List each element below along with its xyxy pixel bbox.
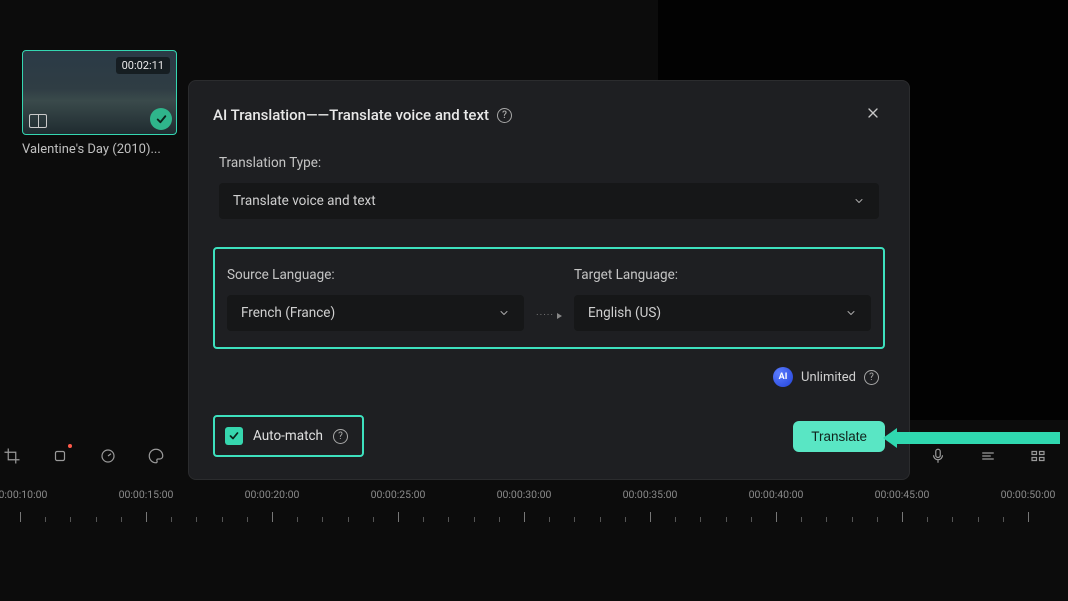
media-clip-thumbnail[interactable]: 00:02:11 — [22, 50, 177, 135]
clip-status-check-icon — [150, 108, 172, 130]
dialog-title-text: AI Translation——Translate voice and text — [213, 106, 489, 124]
translation-type-value: Translate voice and text — [233, 193, 376, 209]
chevron-down-icon — [498, 307, 510, 319]
credit-row: AI Unlimited ? — [213, 367, 879, 387]
target-language-dropdown[interactable]: English (US) — [574, 295, 871, 331]
audio-mixer-icon[interactable] — [978, 446, 998, 466]
source-language-value: French (France) — [241, 305, 335, 321]
dialog-title: AI Translation——Translate voice and text… — [213, 106, 512, 124]
speed-icon[interactable] — [98, 446, 118, 466]
source-language-label: Source Language: — [227, 267, 524, 283]
timeline-timestamp: 00:00:15:00 — [119, 488, 174, 501]
source-language-column: Source Language: French (France) — [227, 267, 524, 331]
translation-type-label: Translation Type: — [219, 155, 879, 171]
timeline-timestamp: 00:00:10:00 — [0, 488, 47, 501]
timeline-timestamp: 00:00:30:00 — [497, 488, 552, 501]
timeline-ruler[interactable]: 00:00:10:00 00:00:15:00 00:00:20:00 00:00:2… — [0, 488, 1068, 528]
color-icon[interactable] — [146, 446, 166, 466]
timeline-timestamp: 00:00:50:00 — [1001, 488, 1056, 501]
timeline-timestamp: 00:00:35:00 — [623, 488, 678, 501]
clip-title: Valentine's Day (2010)... — [22, 142, 182, 157]
filmstrip-icon — [29, 114, 47, 128]
keyframe-icon[interactable] — [50, 446, 70, 466]
translation-type-dropdown[interactable]: Translate voice and text — [219, 183, 879, 219]
credit-help-icon[interactable]: ? — [864, 370, 879, 385]
target-language-value: English (US) — [588, 305, 661, 321]
dialog-header: AI Translation——Translate voice and text… — [213, 101, 885, 129]
crop-icon[interactable] — [2, 446, 22, 466]
target-language-label: Target Language: — [574, 267, 871, 283]
timeline-timestamp: 00:00:25:00 — [371, 488, 426, 501]
chevron-down-icon — [853, 195, 865, 207]
language-section: Source Language: French (France) ····· T… — [213, 247, 885, 349]
timeline-timestamp: 00:00:45:00 — [875, 488, 930, 501]
timeline-timestamp: 00:00:20:00 — [245, 488, 300, 501]
timeline-timestamp: 00:00:40:00 — [749, 488, 804, 501]
ai-translation-dialog: AI Translation——Translate voice and text… — [188, 80, 910, 480]
close-button[interactable] — [861, 101, 885, 129]
help-icon[interactable]: ? — [497, 108, 512, 123]
translation-type-section: Translation Type: Translate voice and te… — [213, 155, 885, 219]
timeline-toolbar — [0, 440, 1068, 472]
ai-badge-icon: AI — [773, 367, 793, 387]
source-language-dropdown[interactable]: French (France) — [227, 295, 524, 331]
microphone-icon[interactable] — [928, 446, 948, 466]
markers-icon[interactable] — [1028, 446, 1048, 466]
target-language-column: Target Language: English (US) — [574, 267, 871, 331]
credit-text: Unlimited — [801, 370, 856, 385]
direction-arrow-icon: ····· — [524, 310, 574, 331]
chevron-down-icon — [845, 307, 857, 319]
clip-duration: 00:02:11 — [116, 57, 170, 74]
